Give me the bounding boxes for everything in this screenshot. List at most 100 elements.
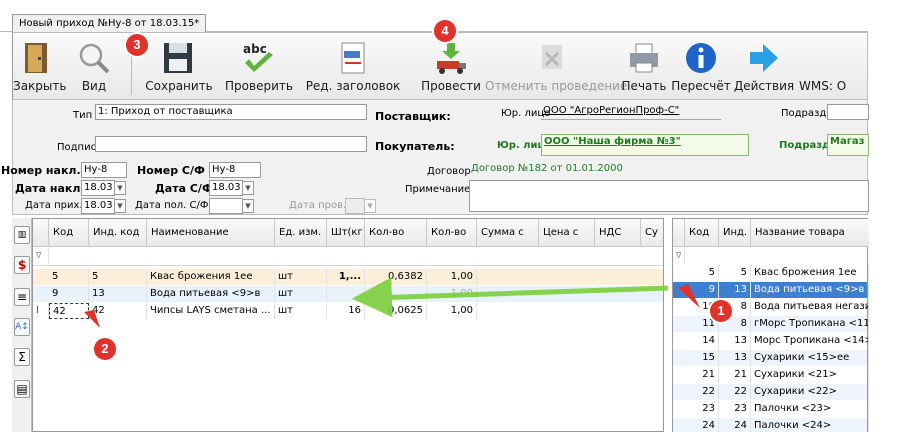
print-button[interactable]: Печать bbox=[619, 33, 669, 99]
chevron-down-icon[interactable]: ▼ bbox=[114, 181, 126, 195]
wms-button[interactable]: WMS: O bbox=[795, 33, 869, 99]
sigma-icon[interactable]: Σ bbox=[14, 348, 30, 366]
check-date-field bbox=[345, 198, 365, 214]
view-button[interactable]: Вид bbox=[69, 33, 119, 99]
catalog-col-ind[interactable]: Инд. bbox=[719, 219, 751, 247]
catalog-row[interactable]: 21 21 Сухарики <21> bbox=[673, 367, 869, 383]
note-field[interactable] bbox=[469, 180, 869, 212]
abc-label: abc bbox=[243, 42, 267, 56]
buyer-label: Покупатель: bbox=[375, 140, 455, 153]
col-qty1[interactable]: Кол-во bbox=[365, 219, 427, 247]
catalog-col-name[interactable]: Название товара bbox=[751, 219, 869, 247]
catalog-cell: Сухарики <22> bbox=[751, 384, 869, 400]
edit-header-button[interactable]: Ред. заголовок bbox=[305, 33, 401, 99]
sort-icon[interactable]: A↕ bbox=[14, 318, 30, 336]
dollar-icon[interactable]: $ bbox=[14, 256, 30, 274]
spellcheck-icon: abc bbox=[243, 42, 273, 72]
invoice-no-label: Номер накл. bbox=[1, 164, 81, 177]
filter-row[interactable]: ∇ bbox=[33, 248, 663, 266]
note-label: Примечание bbox=[405, 184, 471, 195]
filter-icon: ∇ bbox=[673, 248, 685, 264]
invoice-date-field[interactable]: 18.03 bbox=[81, 180, 115, 196]
truck-icon bbox=[437, 43, 466, 74]
supplier-legal-field[interactable]: ООО "АгроРегионПроф-С" bbox=[541, 104, 721, 120]
col-code[interactable]: Код bbox=[49, 219, 89, 247]
row-cursor-marker: I bbox=[33, 303, 49, 319]
contract-field[interactable]: Договор №182 от 01.01.2000 bbox=[469, 162, 869, 178]
arrival-date-field[interactable]: 18.03 bbox=[81, 198, 115, 214]
col-vat[interactable]: НДС bbox=[595, 219, 641, 247]
info-icon bbox=[686, 43, 716, 73]
catalog-cell: 13 bbox=[719, 282, 751, 298]
dept-field[interactable] bbox=[827, 104, 869, 120]
catalog-cell: 13 bbox=[719, 350, 751, 366]
catalog-row[interactable]: 14 13 Морс Тропикана <14> bbox=[673, 333, 869, 349]
catalog-row[interactable]: 5 5 Квас брожения 1ее bbox=[673, 265, 869, 281]
buyer-legal-field[interactable]: ООО "Наша фирма №3" bbox=[541, 134, 749, 156]
catalog-cell: Палочки <23> bbox=[751, 401, 869, 417]
catalog-cell: 15 bbox=[685, 350, 719, 366]
document-tab[interactable]: Новый приход №Ну-8 от 18.03.15* bbox=[12, 14, 207, 33]
signer-field[interactable] bbox=[95, 136, 367, 152]
chevron-down-icon[interactable]: ▼ bbox=[114, 199, 126, 213]
catalog-col-code[interactable]: Код bbox=[685, 219, 719, 247]
post-button[interactable]: Провести bbox=[417, 33, 485, 99]
catalog-row[interactable]: 23 23 Палочки <23> bbox=[673, 401, 869, 417]
catalog-row[interactable]: 15 13 Сухарики <15>ее bbox=[673, 350, 869, 366]
close-button[interactable]: Закрыть bbox=[13, 33, 66, 99]
table-row[interactable]: 5 5 Квас брожения 1ее шт 1,... 0,6382 1,… bbox=[33, 269, 663, 285]
filter-icon: ∇ bbox=[33, 248, 49, 264]
dept-label: Подразд. bbox=[781, 108, 830, 119]
save-button[interactable]: Сохранить bbox=[139, 33, 219, 99]
type-field[interactable]: 1: Приход от поставщика bbox=[95, 104, 367, 120]
catalog-cell: Вода питьевая <9>в bbox=[751, 282, 869, 298]
catalog-cell: Сухарики <21> bbox=[751, 367, 869, 383]
catalog-cell: гМорс Тропикана <11 bbox=[751, 316, 869, 332]
check-date-label: Дата пров. bbox=[289, 200, 347, 211]
col-ind-code[interactable]: Инд. код bbox=[89, 219, 147, 247]
barcode-icon[interactable]: ▥ bbox=[14, 226, 30, 244]
arrival-date-label: Дата прих. bbox=[25, 200, 83, 211]
col-price[interactable]: Цена с bbox=[539, 219, 595, 247]
list-icon[interactable]: ≡ bbox=[14, 288, 30, 306]
chevron-down-icon[interactable]: ▼ bbox=[242, 199, 254, 213]
catalog-cell: 22 bbox=[719, 384, 751, 400]
sf-recv-date-field[interactable] bbox=[209, 198, 243, 214]
sf-date-field[interactable]: 18.03 bbox=[209, 180, 243, 196]
recalc-button[interactable]: Пересчёт bbox=[669, 33, 733, 99]
catalog-cell: 13 bbox=[719, 333, 751, 349]
col-sum[interactable]: Сумма с bbox=[477, 219, 539, 247]
col-qty2[interactable]: Кол-во bbox=[427, 219, 477, 247]
catalog-filter-row[interactable]: ∇ bbox=[673, 248, 867, 264]
col-sum2[interactable]: Су bbox=[641, 219, 663, 247]
actions-button[interactable]: Действия bbox=[733, 33, 795, 99]
buyer-dept-field[interactable]: Магаз bbox=[827, 134, 869, 156]
catalog-row[interactable]: 10 8 Вода питьевая негази... bbox=[673, 299, 869, 315]
buyer-dept-label: Подразд. bbox=[779, 140, 834, 151]
table-row[interactable]: 9 13 Вода питьевая <9>в шт 1,00 bbox=[33, 286, 663, 302]
invoice-no-field[interactable]: Ну-8 bbox=[81, 162, 127, 178]
chevron-down-icon[interactable]: ▼ bbox=[242, 181, 254, 195]
print-small-icon[interactable]: ▤ bbox=[14, 380, 30, 398]
badge-4: 4 bbox=[434, 20, 456, 42]
col-name[interactable]: Наименование bbox=[147, 219, 275, 247]
catalog-cell: 24 bbox=[719, 418, 751, 432]
catalog-row[interactable]: 9 13 Вода питьевая <9>в bbox=[673, 282, 869, 298]
sf-recv-date-label: Дата пол. С/Ф bbox=[135, 200, 209, 211]
catalog-cell: 21 bbox=[685, 367, 719, 383]
badge-2: 2 bbox=[94, 338, 116, 360]
check-button[interactable]: abc Проверить bbox=[219, 33, 299, 99]
grid-row-header bbox=[33, 219, 49, 247]
unpost-button: Отменить проведение bbox=[485, 33, 627, 99]
contract-label: Договор bbox=[427, 166, 471, 177]
invoice-date-label: Дата накл. bbox=[15, 182, 85, 195]
catalog-row[interactable]: 11 8 гМорс Тропикана <11 bbox=[673, 316, 869, 332]
catalog-row[interactable]: 22 22 Сухарики <22> bbox=[673, 384, 869, 400]
col-unit[interactable]: Ед. изм. bbox=[275, 219, 327, 247]
magnifier-icon bbox=[79, 43, 110, 74]
col-pcs[interactable]: Шт(кг) bbox=[327, 219, 365, 247]
catalog-row[interactable]: 24 24 Палочки <24> bbox=[673, 418, 869, 432]
table-row[interactable]: I 42 42 Чипсы LAYS сметана ... шт 16 0,0… bbox=[33, 303, 663, 319]
catalog-cell: Палочки <24> bbox=[751, 418, 869, 432]
sf-no-field[interactable]: Ну-8 bbox=[209, 162, 261, 178]
